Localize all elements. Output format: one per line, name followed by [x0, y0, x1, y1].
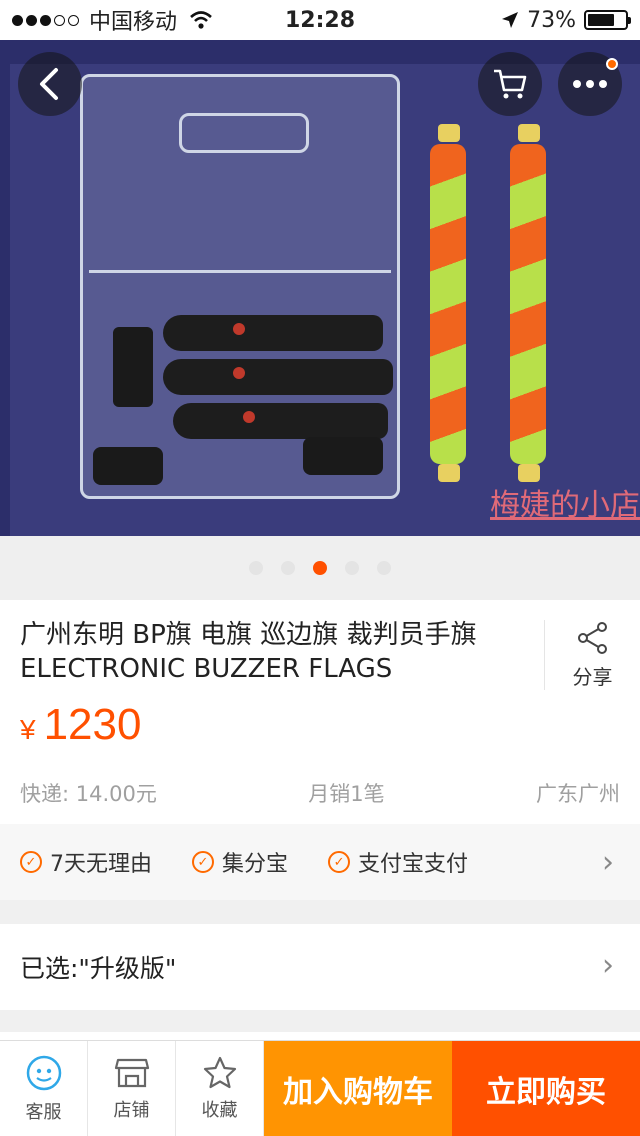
pager-dot — [377, 561, 391, 575]
back-button[interactable] — [18, 52, 82, 116]
bottom-action-bar: 客服 店铺 收藏 加入购物车 立即购买 — [0, 1040, 640, 1136]
pager-dot — [249, 561, 263, 575]
variant-selector[interactable]: 已选:"升级版" › — [0, 924, 640, 1010]
battery-level — [588, 14, 615, 26]
star-icon — [203, 1056, 236, 1089]
wifi-icon — [190, 11, 212, 29]
more-button[interactable] — [558, 52, 622, 116]
service-label: 集分宝 — [222, 852, 289, 877]
status-left: 中国移动 — [12, 4, 252, 36]
shop-label: 店铺 — [113, 1100, 150, 1121]
price: ¥1230 — [20, 700, 141, 750]
product-info-card: 广州东明 BP旗 电旗 巡边旗 裁判员手旗ELECTRONIC BUZZER F… — [0, 600, 640, 824]
product-photo: 梅婕的小店 — [10, 64, 640, 536]
favorite-label: 收藏 — [201, 1100, 238, 1121]
chevron-right-icon: › — [602, 844, 614, 880]
pager-dot-active — [313, 561, 327, 575]
product-title: 广州东明 BP旗 电旗 巡边旗 裁判员手旗ELECTRONIC BUZZER F… — [20, 620, 477, 684]
service-label: 7天无理由 — [50, 852, 152, 877]
pager-dot — [281, 561, 295, 575]
cart-icon — [494, 69, 527, 99]
location-arrow-icon — [502, 12, 519, 28]
currency-symbol: ¥ — [20, 714, 36, 745]
price-value: 1230 — [43, 700, 142, 749]
pager-dot — [345, 561, 359, 575]
carry-case-illustration — [80, 74, 400, 499]
share-icon — [577, 621, 607, 654]
add-to-cart-button[interactable]: 加入购物车 — [264, 1041, 452, 1136]
battery-icon — [584, 10, 631, 30]
service-item: ✓ 集分宝 — [192, 846, 288, 878]
customer-service-label: 客服 — [25, 1102, 62, 1123]
more-icon — [573, 80, 607, 88]
flag-illustration-left — [430, 144, 466, 464]
check-circle-icon: ✓ — [192, 851, 214, 873]
status-bar: 中国移动 12:28 73% — [0, 0, 640, 40]
signal-dots-icon — [12, 14, 79, 26]
product-image-carousel[interactable]: 梅婕的小店 — [0, 40, 640, 536]
ship-location: 广东广州 — [536, 782, 620, 806]
service-label: 支付宝支付 — [358, 852, 469, 877]
shop-watermark: 梅婕的小店 — [490, 488, 640, 523]
shop-icon — [114, 1058, 149, 1088]
favorite-button[interactable]: 收藏 — [176, 1041, 264, 1136]
shipping-fee: 快递: 14.00元 — [20, 782, 157, 806]
carousel-pager — [0, 536, 640, 600]
status-right: 73% — [388, 7, 631, 33]
service-item: ✓ 支付宝支付 — [328, 846, 468, 878]
flag-illustration-right — [510, 144, 546, 464]
product-meta: 快递: 14.00元 月销1笔 广东广州 — [20, 778, 620, 808]
service-item: ✓ 7天无理由 — [20, 846, 152, 878]
carrier-label: 中国移动 — [89, 10, 178, 35]
monthly-sales: 月销1笔 — [308, 782, 385, 806]
shop-button[interactable]: 店铺 — [88, 1041, 176, 1136]
chevron-right-icon: › — [602, 948, 614, 983]
notification-dot — [606, 58, 618, 70]
share-button[interactable]: 分享 — [544, 620, 640, 690]
battery-percent: 73% — [527, 7, 576, 33]
check-circle-icon: ✓ — [328, 851, 351, 873]
clock: 12:28 — [284, 7, 356, 33]
share-label: 分享 — [572, 664, 613, 689]
cart-button[interactable] — [478, 52, 542, 116]
chat-face-icon — [26, 1055, 61, 1091]
back-arrow-icon — [40, 68, 58, 100]
service-guarantees[interactable]: ✓ 7天无理由 ✓ 集分宝 ✓ 支付宝支付 › — [0, 824, 640, 900]
selected-variant-label: 已选:"升级版" — [20, 954, 177, 983]
buy-now-button[interactable]: 立即购买 — [452, 1041, 640, 1136]
check-circle-icon: ✓ — [20, 851, 42, 873]
customer-service-button[interactable]: 客服 — [0, 1041, 88, 1136]
